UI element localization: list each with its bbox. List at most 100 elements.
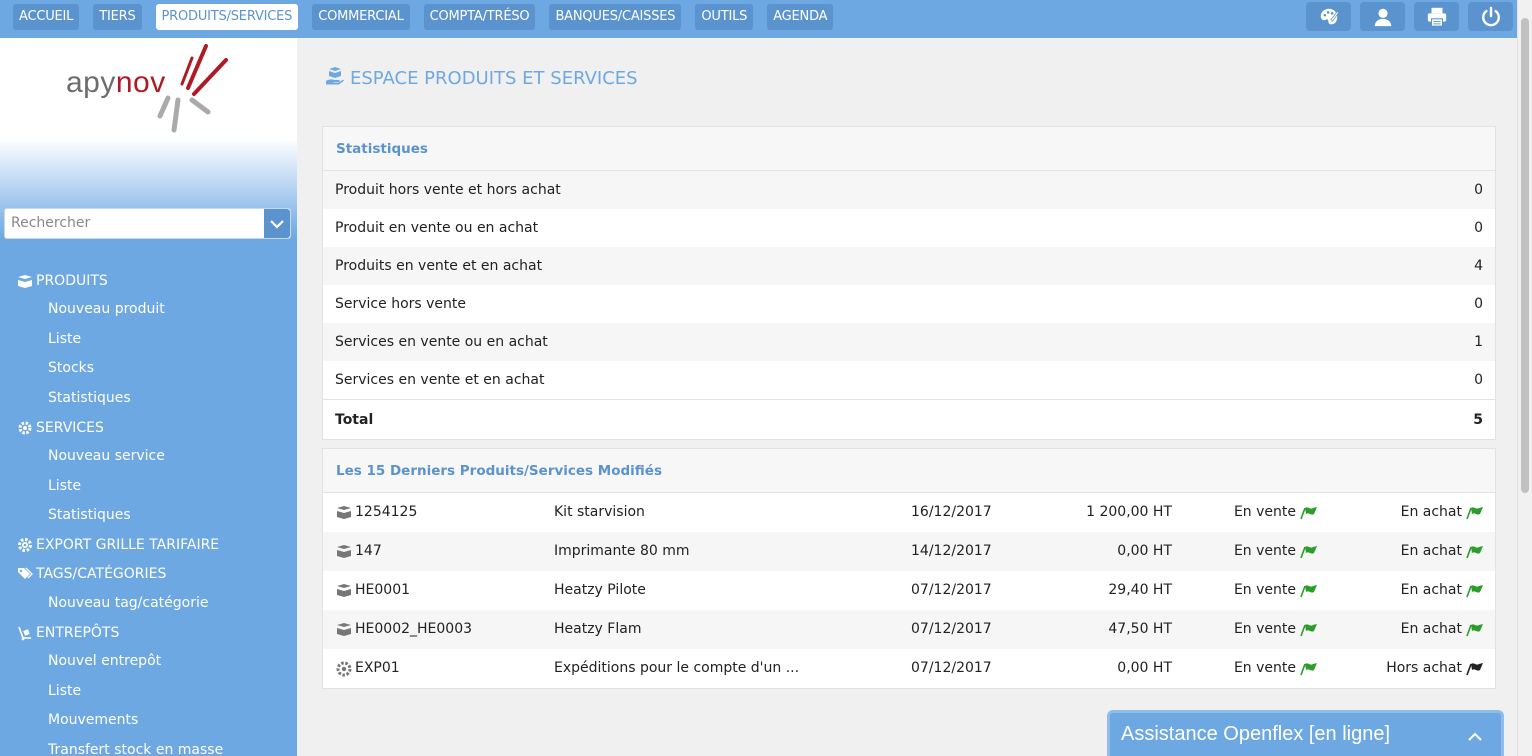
row-date: 16/12/2017 (911, 504, 992, 520)
row-price: 1 200,00 HT (1086, 504, 1172, 520)
stats-row[interactable]: Produit hors vente et hors achat 0 (323, 171, 1495, 209)
sidebar-item-statistiques-produits[interactable]: Statistiques (0, 384, 297, 414)
sidebar: apynov Rechercher PRODUITS Nouveau produ… (0, 38, 297, 756)
chat-widget[interactable]: Assistance Openflex [en ligne] (1107, 710, 1504, 756)
products-services-icon (325, 66, 345, 91)
sidebar-item-liste-entrepots[interactable]: Liste (0, 677, 297, 707)
sidebar-item-liste-produits[interactable]: Liste (0, 325, 297, 355)
nav-tab-compta-treso[interactable]: COMPTA/TRÉSO (423, 4, 536, 30)
sidebar-item-nouveau-produit[interactable]: Nouveau produit (0, 295, 297, 325)
sidebar-item-statistiques-services[interactable]: Statistiques (0, 501, 297, 531)
row-ref[interactable]: HE0002_HE0003 (355, 610, 472, 649)
print-button[interactable] (1414, 2, 1459, 31)
scrollbar-thumb[interactable] (1521, 18, 1529, 493)
service-cog-icon (335, 660, 355, 678)
stats-row[interactable]: Service hors vente 0 (323, 285, 1495, 323)
row-ref[interactable]: 147 (355, 532, 382, 571)
sidebar-item-nouveau-service[interactable]: Nouveau service (0, 442, 297, 472)
row-ref[interactable]: EXP01 (355, 649, 400, 688)
row-ref-cell[interactable]: EXP01 (335, 649, 400, 688)
buy-status-icon (1465, 545, 1485, 559)
search-input[interactable]: Rechercher (11, 215, 90, 231)
tags-icon (16, 566, 33, 583)
table-row[interactable]: EXP01 Expéditions pour le compte d'un ...… (323, 649, 1495, 688)
table-row[interactable]: HE0002_HE0003 Heatzy Flam 07/12/2017 47,50 … (323, 610, 1495, 649)
product-box-icon (335, 583, 355, 599)
row-buy-status: En achat (1401, 532, 1485, 571)
sidebar-section-services[interactable]: SERVICES (0, 413, 297, 442)
nav-tab-commercial[interactable]: COMMERCIAL (312, 4, 410, 30)
box-icon (16, 272, 33, 289)
sidebar-item-stocks[interactable]: Stocks (0, 354, 297, 384)
row-sell-status: En vente (1234, 610, 1319, 649)
theme-button[interactable] (1306, 2, 1351, 31)
profile-button[interactable] (1360, 2, 1405, 31)
row-date: 07/12/2017 (911, 582, 992, 598)
row-buy-status: Hors achat (1386, 649, 1485, 688)
cogs-icon (16, 419, 33, 436)
stats-rows: Produit hors vente et hors achat 0 Produi… (323, 171, 1495, 439)
sidebar-section-tags[interactable]: TAGS/CATÉGORIES (0, 560, 297, 589)
row-label: Imprimante 80 mm (554, 543, 690, 559)
table-row[interactable]: 1254125 Kit starvision 16/12/2017 1 200,00 … (323, 493, 1495, 532)
buy-status-icon (1465, 623, 1485, 637)
table-row[interactable]: HE0001 Heatzy Pilote 07/12/2017 29,40 HT En … (323, 571, 1495, 610)
power-icon (1481, 6, 1500, 26)
sidebar-item-nouveau-tag[interactable]: Nouveau tag/catégorie (0, 589, 297, 619)
nav-tab-outils[interactable]: OUTILS (695, 4, 754, 30)
product-box-icon (335, 622, 355, 638)
row-ref[interactable]: 1254125 (355, 493, 417, 532)
sidebar-section-entrepots[interactable]: ENTREPÔTS (0, 618, 297, 647)
row-date: 07/12/2017 (911, 621, 992, 637)
nav-tab-banques-caisses[interactable]: BANQUES/CAISSES (549, 4, 682, 30)
sidebar-section-produits[interactable]: PRODUITS (0, 266, 297, 295)
stats-row[interactable]: Services en vente et en achat 0 (323, 361, 1495, 399)
buy-status-icon (1465, 506, 1485, 520)
row-ref-cell[interactable]: HE0001 (335, 571, 410, 610)
sidebar-item-nouvel-entrepot[interactable]: Nouvel entrepôt (0, 647, 297, 677)
sidebar-menu: PRODUITS Nouveau produit Liste Stocks St… (0, 266, 297, 756)
chevron-down-icon (270, 219, 284, 229)
sidebar-item-liste-services[interactable]: Liste (0, 472, 297, 502)
printer-icon (1427, 7, 1446, 27)
row-ref[interactable]: HE0001 (355, 571, 410, 610)
user-icon (1374, 8, 1391, 26)
row-date: 07/12/2017 (911, 660, 992, 676)
latest-panel-header: Les 15 Derniers Produits/Services Modifi… (323, 449, 1495, 493)
row-sell-status: En vente (1234, 571, 1319, 610)
sidebar-item-transfert-stock[interactable]: Transfert stock en masse (0, 736, 297, 756)
search-field[interactable]: Rechercher (4, 208, 291, 239)
nav-tab-accueil[interactable]: ACCUEIL (13, 4, 80, 30)
row-sell-status: En vente (1234, 493, 1319, 532)
page-title-text: ESPACE PRODUITS ET SERVICES (350, 68, 638, 89)
sell-status-icon (1299, 545, 1319, 559)
row-buy-status: En achat (1401, 610, 1485, 649)
sidebar-section-export[interactable]: EXPORT GRILLE TARIFAIRE (0, 531, 297, 560)
row-sell-status: En vente (1234, 532, 1319, 571)
search-dropdown-button[interactable] (264, 209, 290, 238)
logout-button[interactable] (1468, 2, 1513, 31)
stats-row[interactable]: Produit en vente ou en achat 0 (323, 209, 1495, 247)
row-ref-cell[interactable]: 1254125 (335, 493, 417, 532)
top-navbar: ACCUEIL TIERS PRODUITS/SERVICES COMMERCI… (0, 0, 1517, 38)
sidebar-item-mouvements[interactable]: Mouvements (0, 706, 297, 736)
product-box-icon (335, 505, 355, 521)
product-box-icon (335, 544, 355, 560)
row-ref-cell[interactable]: HE0002_HE0003 (335, 610, 472, 649)
sell-status-icon (1299, 662, 1319, 676)
nav-tab-tiers[interactable]: TIERS (93, 4, 142, 30)
stats-row[interactable]: Produits en vente et en achat 4 (323, 247, 1495, 285)
buy-status-icon (1465, 584, 1485, 598)
row-label: Heatzy Pilote (554, 582, 646, 598)
nav-tab-agenda[interactable]: AGENDA (767, 4, 834, 30)
row-price: 29,40 HT (1108, 582, 1172, 598)
nav-tab-produits-services[interactable]: PRODUITS/SERVICES (155, 4, 299, 30)
row-ref-cell[interactable]: 147 (335, 532, 382, 571)
chat-title: Assistance Openflex [en ligne] (1121, 723, 1391, 745)
buy-status-icon (1465, 662, 1485, 676)
stats-row[interactable]: Services en vente ou en achat 1 (323, 323, 1495, 361)
vertical-scrollbar[interactable] (1517, 0, 1532, 756)
row-label: Heatzy Flam (554, 621, 642, 637)
chevron-up-icon[interactable] (1467, 727, 1483, 746)
table-row[interactable]: 147 Imprimante 80 mm 14/12/2017 0,00 HT En v… (323, 532, 1495, 571)
